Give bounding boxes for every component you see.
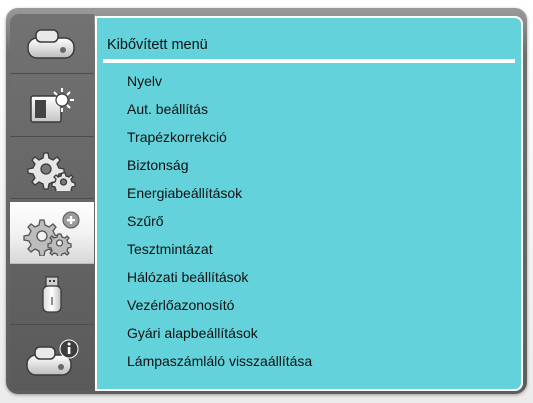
menu-item-control-id[interactable]: Vezérlőazonosító	[127, 292, 234, 318]
gears-icon	[24, 147, 80, 191]
projector-icon	[24, 24, 80, 64]
title-divider	[103, 59, 515, 63]
menu-item-network[interactable]: Hálózati beállítások	[127, 264, 248, 290]
projector-info-icon	[23, 337, 81, 381]
menu-item-language[interactable]: Nyelv	[127, 68, 162, 94]
tab-projector[interactable]	[10, 14, 94, 74]
menu-item-power-settings[interactable]: Energiabeállítások	[127, 180, 242, 206]
tab-usb[interactable]	[10, 265, 94, 325]
menu-item-lamp-counter-reset[interactable]: Lámpaszámláló visszaállítása	[127, 348, 312, 374]
menu-item-auto-setup[interactable]: Aut. beállítás	[127, 96, 208, 122]
expanded-menu-panel: Kibővített menü Nyelv Aut. beállítás Tra…	[95, 16, 523, 391]
osd-menu-screen: Kibővített menü Nyelv Aut. beállítás Tra…	[0, 0, 533, 403]
usb-icon	[24, 273, 80, 317]
tab-setup[interactable]	[10, 139, 94, 199]
menu-item-keystone[interactable]: Trapézkorrekció	[127, 124, 227, 150]
tab-picture[interactable]	[10, 77, 94, 137]
menu-item-security[interactable]: Biztonság	[127, 152, 188, 178]
tab-expanded[interactable]	[10, 202, 94, 264]
menu-item-filter[interactable]: Szűrő	[127, 208, 164, 234]
menu-item-test-pattern[interactable]: Tesztmintázat	[127, 236, 213, 262]
gears-plus-icon	[22, 210, 82, 256]
menu-item-factory-default[interactable]: Gyári alapbeállítások	[127, 320, 258, 346]
menu-title: Kibővített menü	[107, 37, 208, 53]
tab-information[interactable]	[10, 327, 94, 391]
picture-brightness-icon	[24, 86, 80, 128]
category-sidebar	[10, 14, 94, 391]
